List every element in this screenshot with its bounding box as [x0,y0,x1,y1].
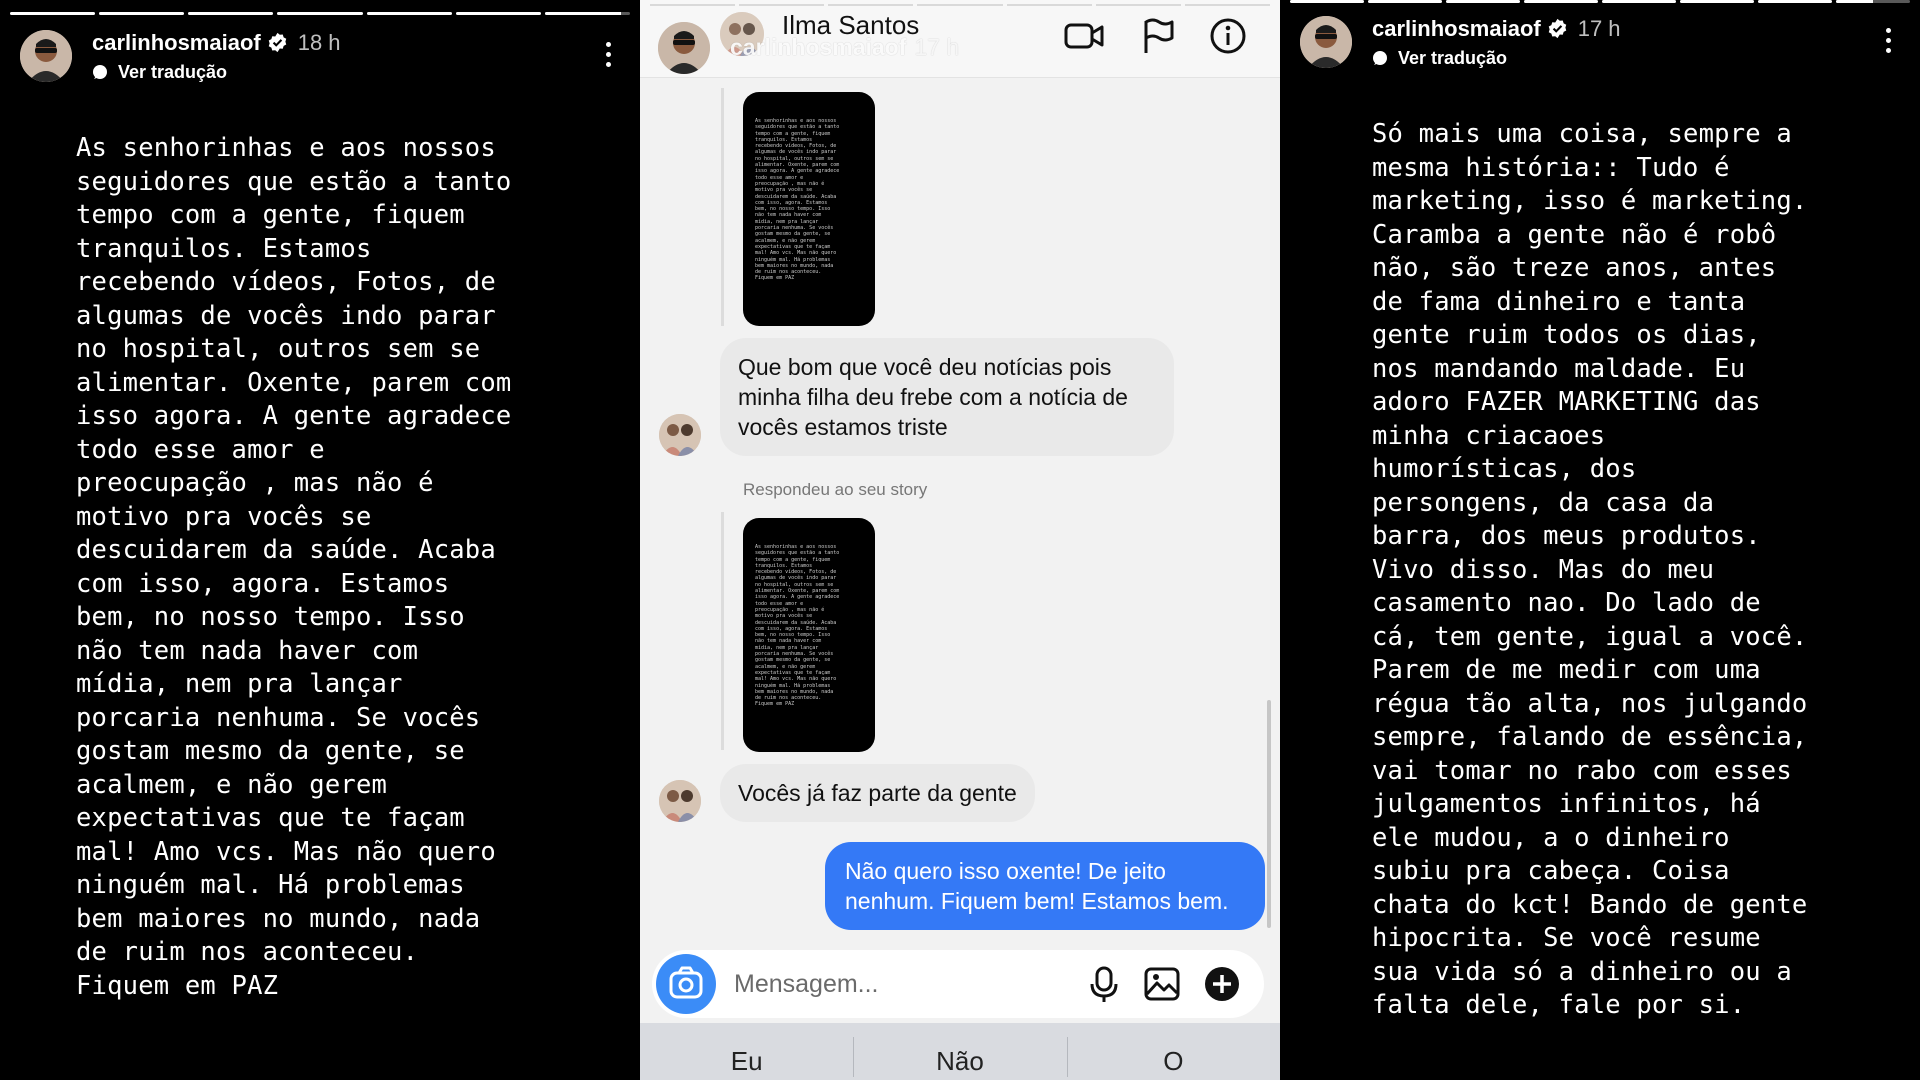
story-header: carlinhosmaiaof 17 h Ver tradução [1300,16,1900,72]
progress-segment [10,12,96,15]
progress-segment [1602,0,1676,3]
avatar-image-icon [658,22,710,74]
progress-segment [1368,0,1442,3]
reply-thread-line [721,88,724,326]
progress-segment [277,12,363,15]
username[interactable]: carlinhosmaiaof [92,30,261,55]
keyboard-suggestion-bar: Eu Não O [640,1023,1280,1080]
story-reply-thumbnail[interactable]: As senhorinhas e aos nossos seguidores q… [743,518,875,752]
overlay-username: carlinhosmaiaof [730,34,907,60]
scrollbar[interactable] [1267,700,1271,928]
story-reply-thumbnail[interactable]: As senhorinhas e aos nossos seguidores q… [743,92,875,326]
story-username-line[interactable]: carlinhosmaiaof 17 h [1372,16,1621,42]
contact-avatar[interactable] [659,414,701,456]
progress-segment [366,12,452,15]
suggestion-item[interactable]: O [1066,1023,1280,1080]
contact-avatar-image-icon [659,414,701,456]
translate-icon [93,65,107,79]
incoming-message[interactable]: Que bom que você deu notícias pois minha… [720,338,1174,456]
progress-segment [455,12,541,15]
progress-segment [1290,0,1364,3]
thumbnail-text: As senhorinhas e aos nossos seguidores q… [755,118,840,282]
story-time: 17 h [1577,16,1621,41]
camera-button[interactable] [656,954,716,1014]
outgoing-message[interactable]: Não quero isso oxente! De jeito nenhum. … [825,842,1265,930]
story-progress-bar [650,4,1270,6]
story-time: 18 h [297,30,341,55]
plus-icon[interactable] [1202,964,1242,1004]
microphone-icon[interactable] [1084,964,1124,1004]
progress-segment [99,12,185,15]
video-camera-icon[interactable] [1063,16,1105,56]
message-composer [652,950,1264,1018]
story-text: Só mais uma coisa, sempre a mesma histór… [1372,119,1808,1020]
flag-icon[interactable] [1137,16,1179,56]
verified-badge-icon [268,32,286,53]
translate-label: Ver tradução [1398,48,1508,68]
progress-segment [1680,0,1754,3]
info-icon[interactable] [1207,16,1249,56]
contact-avatar[interactable] [659,780,701,822]
camera-icon [669,966,703,999]
translate-button[interactable]: Ver tradução [1372,47,1507,69]
more-options-icon[interactable] [1882,28,1894,58]
message-input[interactable] [716,950,1076,1018]
gallery-icon[interactable] [1142,964,1182,1004]
progress-segment [1836,0,1910,3]
progress-segment [544,12,630,15]
avatar[interactable] [20,30,72,82]
suggestion-item[interactable]: Não [853,1023,1066,1080]
progress-segment [1446,0,1520,3]
story-progress-bar [10,12,630,15]
right-story-panel: carlinhosmaiaof 17 h Ver tradução Só mai… [1280,0,1920,1080]
progress-segment [188,12,274,15]
translate-label: Ver tradução [118,62,228,82]
avatar-image-icon [1300,16,1352,68]
contact-avatar-image-icon [659,780,701,822]
username[interactable]: carlinhosmaiaof [1372,16,1541,41]
progress-segment [1758,0,1832,3]
suggestion-item[interactable]: Eu [640,1023,853,1080]
progress-segment [1524,0,1598,3]
dm-header: Ilma Santos carlinhosmaiaof 17 h [640,0,1280,78]
story-username-line[interactable]: carlinhosmaiaof 18 h [92,30,341,56]
more-options-icon[interactable] [602,42,614,72]
incoming-message[interactable]: Vocês já faz parte da gente [720,764,1035,822]
story-text: As senhorinhas e aos nossos seguidores q… [76,133,512,1001]
avatar-image-icon [20,30,72,82]
translate-icon [1373,51,1387,65]
reply-thread-line [721,512,724,750]
translate-button[interactable]: Ver tradução [92,61,227,83]
story-header: carlinhosmaiaof 18 h Ver tradução [20,30,620,86]
story-overlay-username: carlinhosmaiaof 17 h [730,34,959,61]
avatar[interactable] [1300,16,1352,68]
left-story-panel: carlinhosmaiaof 18 h Ver tradução As sen… [0,0,640,1080]
verified-badge-icon [1548,18,1566,39]
avatar[interactable] [658,22,710,74]
story-progress-bar [1290,0,1910,3]
thumbnail-text: As senhorinhas e aos nossos seguidores q… [755,544,840,708]
replied-to-story-note: Respondeu ao seu story [743,480,928,499]
overlay-time: 17 h [914,34,960,60]
